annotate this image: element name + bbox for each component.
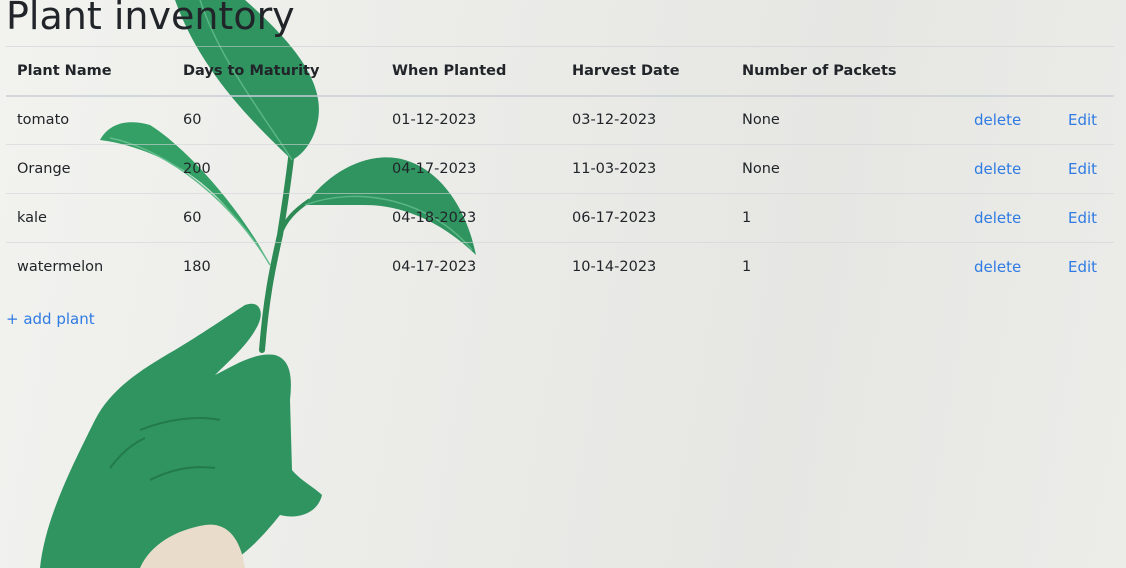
hand [40, 303, 322, 568]
cell-when-planted: 04-18-2023 [392, 210, 477, 226]
add-plant-link[interactable]: + add plant [6, 310, 95, 328]
cell-delete: delete [963, 145, 1057, 194]
cell-delete: delete [963, 96, 1057, 145]
table-row: tomato 60 01-12-2023 03-12-2023 None del… [6, 96, 1114, 145]
cell-delete: delete [963, 243, 1057, 292]
header-plant-name: Plant Name [6, 46, 172, 97]
plant-inventory-table: Plant Name Days to Maturity When Planted… [6, 46, 1114, 292]
cell-harvest-date: 11-03-2023 [572, 161, 657, 177]
header-days-to-maturity: Days to Maturity [172, 46, 381, 97]
table-header-row: Plant Name Days to Maturity When Planted… [6, 46, 1114, 97]
cell-edit: Edit [1057, 145, 1114, 194]
cell-when-planted: 04-17-2023 [392, 161, 477, 177]
cell-number-of-packets: None [742, 112, 780, 129]
cell-number-of-packets: 1 [742, 259, 752, 276]
cell-days-to-maturity: 180 [183, 259, 211, 276]
header-delete-column [963, 46, 1057, 97]
cell-when-planted: 04-17-2023 [392, 259, 477, 276]
edit-link[interactable]: Edit [1068, 160, 1097, 178]
cell-number-of-packets: None [742, 161, 780, 177]
delete-link[interactable]: delete [974, 111, 1021, 129]
cell-harvest-date: 03-12-2023 [572, 112, 657, 129]
cell-edit: Edit [1057, 194, 1114, 243]
cell-harvest-date: 10-14-2023 [572, 259, 657, 276]
cell-plant-name: Orange [17, 161, 71, 177]
cell-plant-name: tomato [17, 112, 70, 129]
cell-plant-name: watermelon [17, 259, 104, 276]
edit-link[interactable]: Edit [1068, 209, 1097, 227]
header-number-of-packets: Number of Packets [731, 46, 963, 97]
page-title: Plant inventory [6, 0, 295, 38]
cell-delete: delete [963, 194, 1057, 243]
cell-days-to-maturity: 60 [183, 210, 202, 226]
edit-link[interactable]: Edit [1068, 258, 1097, 276]
header-edit-column [1057, 46, 1114, 97]
cell-harvest-date: 06-17-2023 [572, 210, 657, 226]
delete-link[interactable]: delete [974, 258, 1021, 276]
cell-number-of-packets: 1 [742, 210, 752, 226]
cell-edit: Edit [1057, 243, 1114, 292]
header-harvest-date: Harvest Date [561, 46, 731, 97]
table-row: Orange 200 04-17-2023 11-03-2023 None de… [6, 145, 1114, 194]
delete-link[interactable]: delete [974, 209, 1021, 227]
delete-link[interactable]: delete [974, 160, 1021, 178]
cell-days-to-maturity: 60 [183, 112, 202, 129]
cell-days-to-maturity: 200 [183, 161, 211, 177]
header-when-planted: When Planted [381, 46, 561, 97]
table-row: kale 60 04-18-2023 06-17-2023 1 delete E… [6, 194, 1114, 243]
edit-link[interactable]: Edit [1068, 111, 1097, 129]
table-row: watermelon 180 04-17-2023 10-14-2023 1 d… [6, 243, 1114, 292]
cell-when-planted: 01-12-2023 [392, 112, 477, 129]
cell-plant-name: kale [17, 210, 47, 226]
cell-edit: Edit [1057, 96, 1114, 145]
